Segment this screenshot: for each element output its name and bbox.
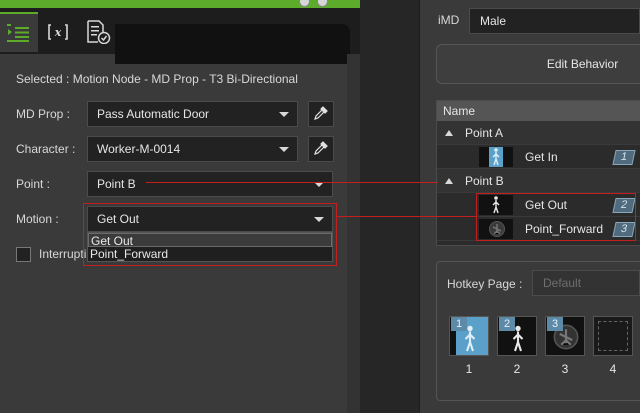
hotkey-page-label: Hotkey Page : — [447, 277, 523, 291]
svg-text:x: x — [54, 26, 62, 39]
tree-group-point-b[interactable]: Point B — [437, 169, 640, 193]
md-prop-label: MD Prop : — [16, 107, 71, 121]
tab-list[interactable] — [0, 12, 38, 52]
slot-caption: 2 — [513, 362, 521, 376]
tree-group-point-a[interactable]: Point A — [437, 121, 640, 145]
hotkey-slot-2[interactable]: 2 — [497, 316, 537, 356]
md-prop-value: Pass Automatic Door — [97, 107, 210, 121]
tab-checklist[interactable] — [80, 12, 116, 52]
eyedropper-icon — [313, 140, 329, 159]
figure-icon — [492, 148, 500, 166]
variable-x-icon: x — [47, 23, 69, 41]
slot-number-badge: 3 — [547, 317, 563, 331]
md-prop-select[interactable]: Pass Automatic Door — [87, 101, 298, 127]
hotkey-slot-3[interactable]: 3 — [545, 316, 585, 356]
hotkey-badge: 1 — [612, 150, 636, 165]
tab-strip-background — [115, 24, 350, 64]
slot-caption: 3 — [561, 362, 569, 376]
hotkey-page-select[interactable]: Default — [532, 270, 640, 296]
panel-scrollbar[interactable] — [347, 54, 360, 413]
collapse-triangle-icon[interactable] — [445, 130, 453, 136]
annotation-box-point-b-items — [476, 193, 636, 241]
tree-group-label: Point A — [465, 126, 504, 140]
tree-item-get-in[interactable]: Get In 1 — [437, 145, 640, 169]
slot-caption: 4 — [609, 362, 617, 376]
point-select[interactable]: Point B — [87, 171, 333, 197]
imd-select[interactable]: Male — [469, 8, 640, 34]
interrupt-checkbox[interactable] — [16, 247, 31, 262]
eyedropper-icon — [313, 105, 329, 124]
annotation-box-motion — [83, 203, 337, 266]
tree-header-name: Name — [437, 101, 640, 121]
character-picker-button[interactable] — [308, 136, 334, 162]
chevron-down-icon — [279, 112, 289, 117]
tree-item-label: Get In — [525, 150, 558, 164]
imd-label: iMD — [438, 13, 460, 27]
collapse-triangle-icon[interactable] — [445, 178, 453, 184]
motion-label: Motion : — [16, 212, 59, 226]
motion-thumbnail — [479, 147, 513, 167]
hotkey-slot-1[interactable]: 1 — [449, 316, 489, 356]
list-icon — [7, 24, 31, 42]
tree-group-label: Point B — [465, 174, 504, 188]
point-label: Point : — [16, 177, 51, 191]
character-label: Character : — [16, 142, 76, 156]
annotation-connector-motion — [337, 216, 476, 217]
checklist-icon — [85, 20, 111, 44]
edit-behavior-label: Edit Behavior — [546, 57, 619, 71]
slot-caption: 1 — [465, 362, 473, 376]
character-value: Worker-M-0014 — [97, 142, 181, 156]
point-value: Point B — [97, 177, 136, 191]
tab-variables[interactable]: x — [40, 12, 76, 52]
slot-number-badge: 2 — [499, 317, 515, 331]
empty-slot-placeholder — [598, 321, 628, 351]
edit-behavior-button[interactable]: Edit Behavior — [436, 44, 640, 84]
interrupt-label: Interrupti — [39, 247, 87, 261]
hotkey-slot-4[interactable] — [593, 316, 633, 356]
slot-number-badge: 1 — [451, 317, 467, 331]
md-prop-picker-button[interactable] — [308, 101, 334, 127]
selected-node-text: Selected : Motion Node - MD Prop - T3 Bi… — [16, 72, 298, 86]
character-select[interactable]: Worker-M-0014 — [87, 136, 298, 162]
panel-tabbar: x — [0, 8, 360, 64]
chevron-down-icon — [279, 147, 289, 152]
annotation-connector-point — [146, 182, 438, 183]
